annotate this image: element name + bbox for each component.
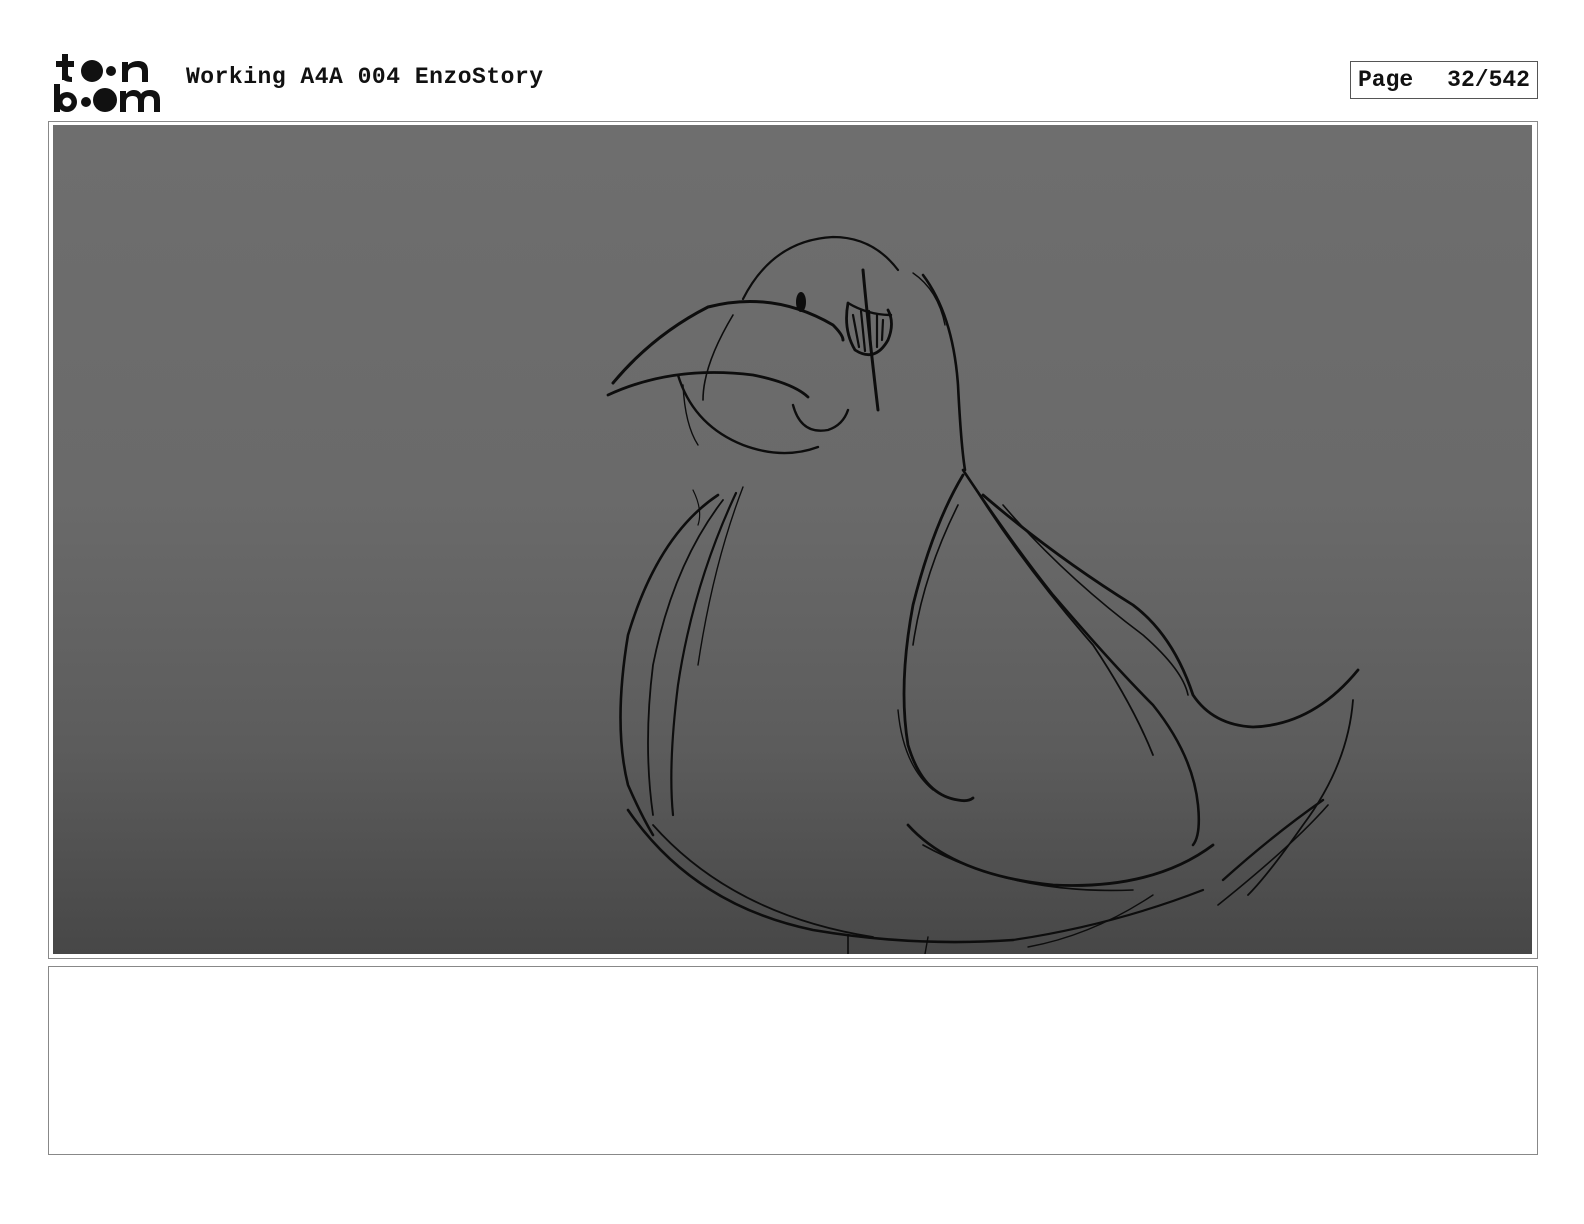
panel-notes[interactable] — [48, 966, 1538, 1155]
panel-drawing — [53, 125, 1532, 954]
toon-boom-logo — [52, 52, 164, 112]
project-title: Working A4A 004 EnzoStory — [186, 64, 544, 90]
page-number: 32/542 — [1447, 67, 1530, 93]
page-label: Page — [1358, 67, 1414, 93]
page-header: Working A4A 004 EnzoStory Page 32/542 — [0, 0, 1584, 120]
page-indicator: Page 32/542 — [1350, 61, 1538, 99]
storyboard-panel[interactable] — [48, 121, 1538, 959]
bird-sketch — [606, 235, 1360, 954]
